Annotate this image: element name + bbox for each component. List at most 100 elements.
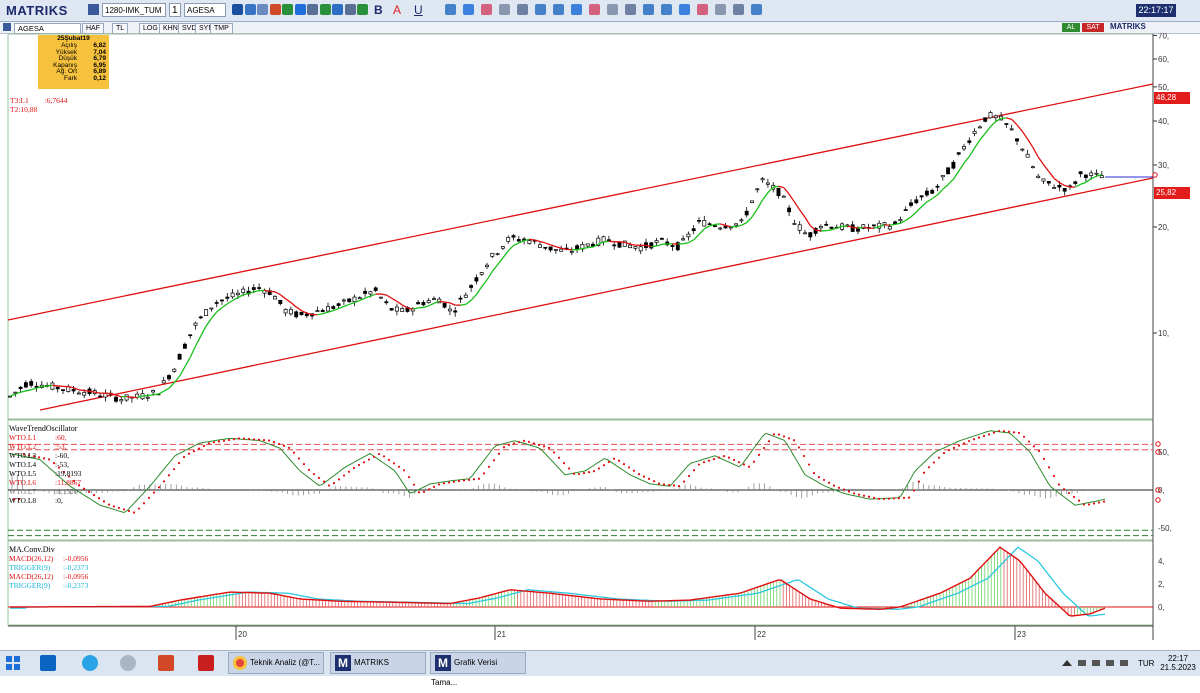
moving-average-segment <box>116 395 121 397</box>
wto-signal-dot <box>413 484 415 486</box>
macd-legend-row-name: MACD(26,12) <box>9 572 63 581</box>
chart-canvas[interactable]: 70,60,50,40,30,20,10,50,0,-50,4,2,0,2021… <box>0 33 1200 650</box>
candle-body <box>586 244 589 246</box>
arrow-right-icon[interactable] <box>661 4 672 15</box>
underline-button[interactable]: U <box>414 3 423 17</box>
taskbar-item-matriks[interactable]: MMATRIKS <box>330 652 426 674</box>
y-tick-label: 30, <box>1158 161 1169 170</box>
wto-signal-dot <box>698 463 700 465</box>
pdf-icon[interactable] <box>198 655 214 671</box>
table-icon[interactable] <box>332 4 343 15</box>
wto-signal-dot <box>383 455 385 457</box>
taskbar-clock[interactable]: 22:17 21.5.2023 <box>1160 654 1196 672</box>
users-icon[interactable] <box>535 4 546 15</box>
moving-average-segment <box>768 187 773 193</box>
settings-icon[interactable] <box>625 4 636 15</box>
number-combo[interactable]: 1 <box>169 3 181 17</box>
wto-signal-dot <box>243 438 245 440</box>
phone-icon[interactable] <box>697 4 708 15</box>
globe-icon[interactable] <box>282 4 293 15</box>
wto-signal-dot <box>853 492 855 494</box>
indicator-marker <box>1156 442 1160 446</box>
mail-icon[interactable] <box>481 4 492 15</box>
edit-icon[interactable] <box>345 4 356 15</box>
wto-signal-dot <box>568 467 570 469</box>
wto-signal-dot <box>138 507 140 509</box>
candle-body <box>941 175 944 176</box>
language-indicator[interactable]: TUR <box>1138 659 1154 668</box>
candle-body <box>390 308 393 310</box>
moving-average-segment <box>620 242 625 243</box>
layout-combo-value: 1280-IMK_TUM <box>105 6 161 15</box>
pie-icon[interactable] <box>270 4 281 15</box>
wto-signal-dot <box>178 462 180 464</box>
moving-average-segment <box>991 121 996 126</box>
candle-body <box>417 302 420 304</box>
link-icon[interactable] <box>445 4 456 15</box>
moving-average-segment <box>26 390 31 391</box>
wto-signal-dot <box>223 440 225 442</box>
powerpoint-icon[interactable] <box>158 655 174 671</box>
clock-icon[interactable] <box>295 4 306 15</box>
bold-button[interactable]: B <box>374 3 383 17</box>
wto-signal-dot <box>493 459 495 461</box>
mail-icon[interactable] <box>679 4 690 15</box>
wto-signal-dot <box>233 438 235 440</box>
wto-signal-dot <box>1048 466 1050 468</box>
app-icon[interactable] <box>120 655 136 671</box>
wto-signal-dot <box>518 441 520 443</box>
save-icon[interactable] <box>88 4 99 15</box>
layout-combo[interactable]: 1280-IMK_TUM <box>102 3 166 17</box>
window-icon[interactable] <box>751 4 762 15</box>
candle-body <box>374 288 377 291</box>
cursor-icon[interactable] <box>232 4 243 15</box>
moving-average-segment <box>339 306 344 308</box>
info-icon[interactable] <box>733 4 744 15</box>
crosshair-icon[interactable] <box>245 4 256 15</box>
candle-body <box>639 247 642 251</box>
wto-signal-dot <box>163 480 165 482</box>
taskbar-item-grafik[interactable]: MGrafik Verisi Tama... <box>430 652 526 674</box>
ie-icon[interactable] <box>82 655 98 671</box>
edit-icon[interactable] <box>589 4 600 15</box>
moving-average-segment <box>948 179 953 184</box>
wto-signal-dot <box>378 453 380 455</box>
windows-start-icon[interactable] <box>6 656 20 670</box>
wto-signal-dot <box>1103 500 1105 502</box>
candle-body <box>931 190 934 193</box>
twitter-icon[interactable] <box>715 4 726 15</box>
edit-icon[interactable] <box>607 4 618 15</box>
moving-average-segment <box>1044 165 1049 172</box>
candle-body <box>501 247 504 249</box>
wto-signal-dot <box>723 455 725 457</box>
moving-average-segment <box>317 314 322 315</box>
outlook-icon[interactable] <box>40 655 56 671</box>
zoom-icon[interactable] <box>257 4 268 15</box>
wto-legend-row-name: WTO.L8 <box>9 496 55 505</box>
candle-body <box>326 306 329 311</box>
buy-button[interactable]: AL <box>1062 23 1080 32</box>
print-icon[interactable] <box>553 4 564 15</box>
moving-average-segment <box>752 209 757 217</box>
list-icon[interactable] <box>320 4 331 15</box>
sell-button[interactable]: SAT <box>1082 23 1104 32</box>
font-color-button[interactable]: A <box>393 3 401 17</box>
wto-signal-dot <box>238 437 240 439</box>
moving-average-segment <box>275 292 280 295</box>
candle-body <box>72 389 75 391</box>
arrow-left-icon[interactable] <box>643 4 654 15</box>
symbol-combo[interactable]: AGESA <box>184 3 226 17</box>
moving-average-segment <box>42 386 47 387</box>
calc-icon[interactable] <box>571 4 582 15</box>
image-icon[interactable] <box>357 4 368 15</box>
line-chart-icon[interactable] <box>499 4 510 15</box>
cursor-icon[interactable] <box>517 4 528 15</box>
grid-icon[interactable] <box>307 4 318 15</box>
candle-body <box>576 246 579 249</box>
price-legend-name: T2:10,88 <box>10 105 37 114</box>
chart-icon[interactable] <box>463 4 474 15</box>
tray-icons[interactable] <box>1062 658 1132 668</box>
taskbar-item-chrome[interactable]: Teknik Analiz (@T... <box>228 652 324 674</box>
wto-legend-row-value: :11,8867 <box>55 478 81 487</box>
candle-body <box>99 396 102 397</box>
